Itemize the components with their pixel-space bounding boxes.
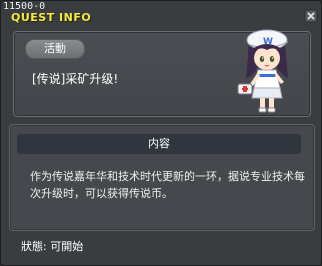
content-description: 作为传说嘉年华和技术时代更新的一环，据说专业技术每次升级时，可以获得传说币。: [30, 170, 305, 200]
window-title: QUEST INFO: [11, 11, 92, 24]
quest-status: 狀態: 可開始: [21, 240, 84, 253]
content-card: 内容 作为传说嘉年华和技术时代更新的一环，据说专业技术每次升级时，可以获得传说币…: [9, 124, 315, 231]
event-badge: 活動: [25, 39, 85, 59]
quest-title: [传说]采矿升级!: [32, 72, 119, 86]
npc-girl-portrait-icon: W: [237, 29, 289, 113]
content-header: 内容: [17, 134, 301, 154]
close-icon[interactable]: [304, 9, 318, 23]
quest-info-window: 11500-0 QUEST INFO 活動 [传说]采矿升级! W 内容 作为传…: [0, 0, 322, 266]
title-bar[interactable]: QUEST INFO: [1, 9, 321, 27]
quest-summary-card: 活動 [传说]采矿升级! W: [13, 29, 311, 117]
